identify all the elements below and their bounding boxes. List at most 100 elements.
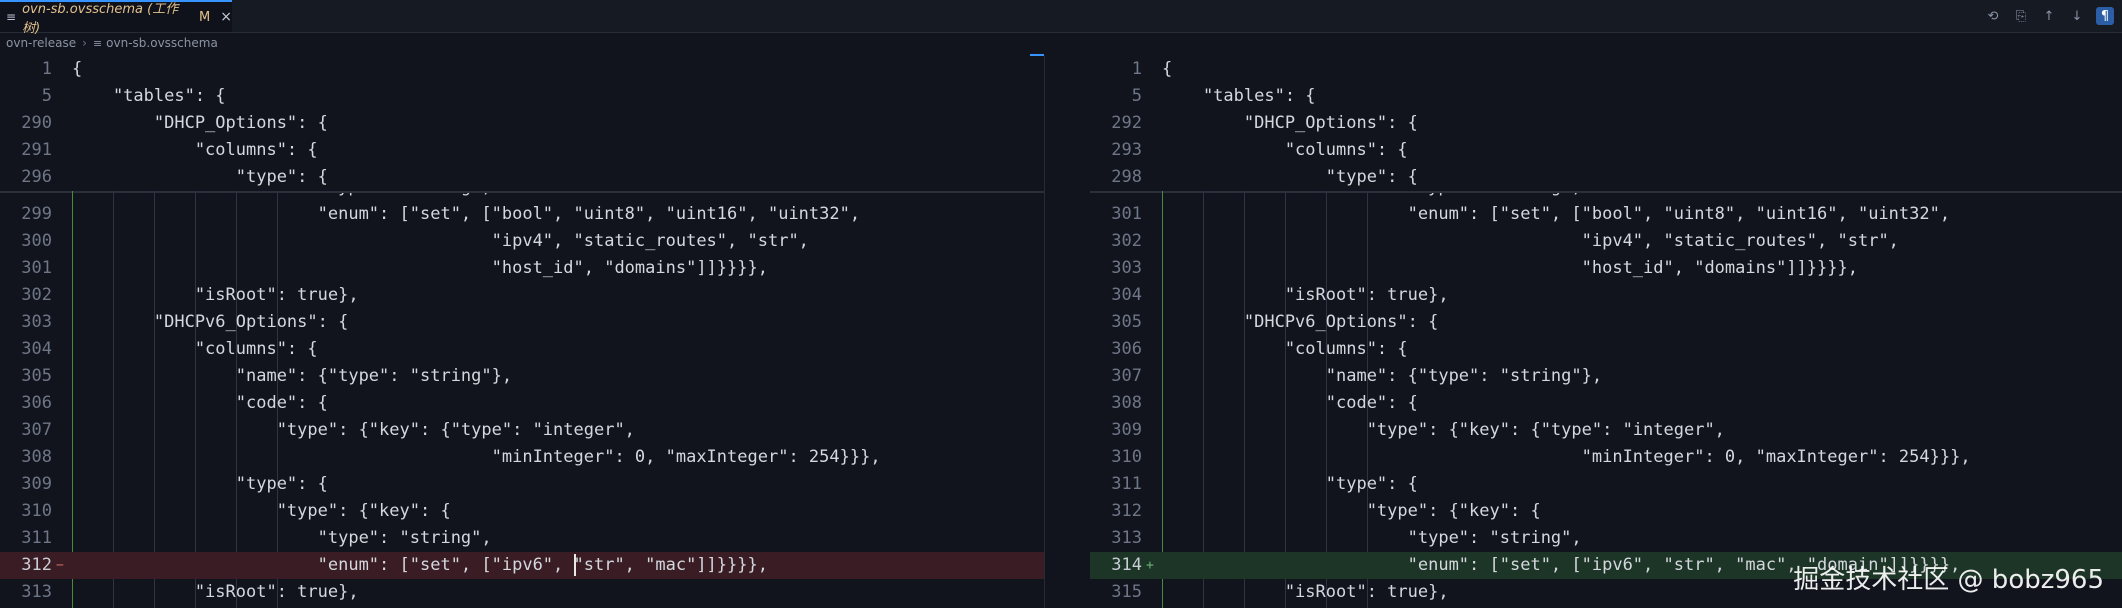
code-line[interactable]: 306 "columns": { [1090, 336, 2122, 363]
code-text: "type": "string", [72, 528, 492, 548]
sticky-scroll-line[interactable]: 291 "columns": { [0, 137, 1044, 164]
code-line[interactable]: 311 "type": "string", [0, 525, 1044, 552]
code-text: "enum": ["set", ["ipv6", "str", "mac"]]}… [72, 555, 768, 575]
code-text: "type": {"key": { [1162, 501, 1541, 521]
line-number: 291 [21, 140, 52, 160]
line-number: 309 [21, 474, 52, 494]
editor-actions: ⟲ ⎘ ↑ ↓ ¶ [1984, 0, 2114, 32]
breadcrumb: ovn-release › ≡ ovn-sb.ovsschema [6, 34, 218, 52]
line-number: 310 [21, 501, 52, 521]
code-line[interactable]: 301 "host_id", "domains"]]}}}}, [0, 255, 1044, 282]
code-line[interactable]: 302 "isRoot": true}, [0, 282, 1044, 309]
tab-bar: ≡ ovn-sb.ovsschema (工作树) M × ⟲ ⎘ ↑ ↓ ¶ [0, 0, 2122, 36]
code-text: "tables": { [72, 86, 226, 106]
sticky-scroll-line[interactable]: 292 "DHCP_Options": { [1090, 110, 2122, 137]
code-text: "type": "string", [1162, 528, 1582, 548]
code-line[interactable]: 303 "DHCPv6_Options": { [0, 309, 1044, 336]
line-number: 304 [21, 339, 52, 359]
sticky-scroll-line[interactable]: 296 "type": { [0, 164, 1044, 191]
toggle-whitespace-icon[interactable]: ¶ [2096, 7, 2114, 25]
code-text: "columns": { [1162, 339, 1408, 359]
line-number: 315 [1111, 582, 1142, 602]
code-line[interactable]: 303 "host_id", "domains"]]}}}}, [1090, 255, 2122, 282]
code-line[interactable]: 309 "type": { [0, 471, 1044, 498]
sticky-scroll-line[interactable]: 290 "DHCP_Options": { [0, 110, 1044, 137]
code-line[interactable]: 310 "minInteger": 0, "maxInteger": 254}}… [1090, 444, 2122, 471]
previous-change-icon[interactable]: ↑ [2040, 7, 2058, 25]
code-text: "DHCPv6_Options": { [1162, 312, 1439, 332]
code-text: "type": { [1162, 167, 1418, 187]
line-number: 298 [1111, 167, 1142, 187]
code-text: "columns": { [72, 339, 318, 359]
breadcrumb-folder[interactable]: ovn-release [6, 36, 76, 50]
code-line[interactable]: 311 "type": { [1090, 471, 2122, 498]
code-text: "type": { [1162, 474, 1418, 494]
code-line[interactable]: 312 "type": {"key": { [1090, 498, 2122, 525]
code-line[interactable]: 299 "enum": ["set", ["bool", "uint8", "u… [0, 201, 1044, 228]
modified-badge: M [199, 9, 211, 25]
code-line[interactable]: 307 "type": {"key": {"type": "integer", [0, 417, 1044, 444]
line-number: 302 [21, 285, 52, 305]
line-number: 313 [21, 582, 52, 602]
code-line[interactable]: 305 "name": {"type": "string"}, [0, 363, 1044, 390]
code-text: "columns": { [1162, 140, 1408, 160]
code-text: "name": {"type": "string"}, [1162, 366, 1603, 386]
sticky-scroll-line[interactable]: 5 "tables": { [0, 83, 1044, 110]
breadcrumb-file[interactable]: ovn-sb.ovsschema [106, 36, 218, 50]
history-icon[interactable]: ⟲ [1984, 7, 2002, 25]
sticky-scroll-line[interactable]: 1{ [0, 56, 1044, 83]
line-number: 1 [41, 59, 52, 79]
sticky-scroll-shadow [0, 191, 1044, 193]
divider-line [1044, 56, 1045, 608]
code-line[interactable]: 300 "ipv4", "static_routes", "str", [0, 228, 1044, 255]
code-text: "type": { [72, 474, 328, 494]
code-line[interactable]: 301 "enum": ["set", ["bool", "uint8", "u… [1090, 201, 2122, 228]
line-number: 303 [21, 312, 52, 332]
line-number: 300 [21, 231, 52, 251]
line-number: 303 [1111, 258, 1142, 278]
removed-marker: − [56, 558, 64, 573]
code-line[interactable]: 309 "type": {"key": {"type": "integer", [1090, 417, 2122, 444]
code-line[interactable]: 302 "ipv4", "static_routes", "str", [1090, 228, 2122, 255]
file-icon: ≡ [6, 10, 17, 24]
diff-divider[interactable] [1044, 56, 1090, 608]
diff-modified-pane[interactable]: 1{5 "tables": {292 "DHCP_Options": {293 … [1090, 56, 2122, 608]
code-text: "isRoot": true}, [72, 285, 359, 305]
line-number: 312 [21, 555, 52, 575]
sticky-scroll-line[interactable]: 1{ [1090, 56, 2122, 83]
line-number: 308 [1111, 393, 1142, 413]
code-line[interactable]: 305 "DHCPv6_Options": { [1090, 309, 2122, 336]
code-text: "tables": { [1162, 86, 1316, 106]
sticky-scroll-line[interactable]: 293 "columns": { [1090, 137, 2122, 164]
deleted-line[interactable]: 312 "enum": ["set", ["ipv6", "str", "mac… [0, 552, 1044, 579]
tab-title: ovn-sb.ovsschema (工作树) [22, 2, 179, 36]
code-line[interactable]: 308 "minInteger": 0, "maxInteger": 254}}… [0, 444, 1044, 471]
code-line[interactable]: 308 "code": { [1090, 390, 2122, 417]
next-change-icon[interactable]: ↓ [2068, 7, 2086, 25]
watermark: 掘金技术社区 @ bobz965 [1793, 565, 2104, 595]
line-number: 299 [21, 204, 52, 224]
diff-original-pane[interactable]: 1{5 "tables": {290 "DHCP_Options": {291 … [0, 56, 1044, 608]
close-icon[interactable]: × [220, 9, 232, 25]
code-line[interactable]: 304 "columns": { [0, 336, 1044, 363]
code-line[interactable]: 307 "name": {"type": "string"}, [1090, 363, 2122, 390]
code-text: "host_id", "domains"]]}}}}, [1162, 258, 1858, 278]
line-number: 310 [1111, 447, 1142, 467]
code-text: "DHCP_Options": { [72, 113, 328, 133]
code-text: "type": {"key": {"type": "integer", [1162, 420, 1725, 440]
line-number: 293 [1111, 140, 1142, 160]
code-text: "isRoot": true}, [72, 582, 359, 602]
line-number: 5 [1131, 86, 1142, 106]
code-line[interactable]: 306 "code": { [0, 390, 1044, 417]
code-line[interactable]: 304 "isRoot": true}, [1090, 282, 2122, 309]
code-text: "ipv4", "static_routes", "str", [1162, 231, 1899, 251]
line-number: 311 [21, 528, 52, 548]
code-line[interactable]: 310 "type": {"key": { [0, 498, 1044, 525]
editor-tab[interactable]: ≡ ovn-sb.ovsschema (工作树) M × [0, 0, 232, 36]
line-number: 304 [1111, 285, 1142, 305]
code-line[interactable]: 313 "type": "string", [1090, 525, 2122, 552]
sticky-scroll-line[interactable]: 298 "type": { [1090, 164, 2122, 191]
open-file-icon[interactable]: ⎘ [2012, 7, 2030, 25]
sticky-scroll-line[interactable]: 5 "tables": { [1090, 83, 2122, 110]
code-line[interactable]: 313 "isRoot": true}, [0, 579, 1044, 606]
